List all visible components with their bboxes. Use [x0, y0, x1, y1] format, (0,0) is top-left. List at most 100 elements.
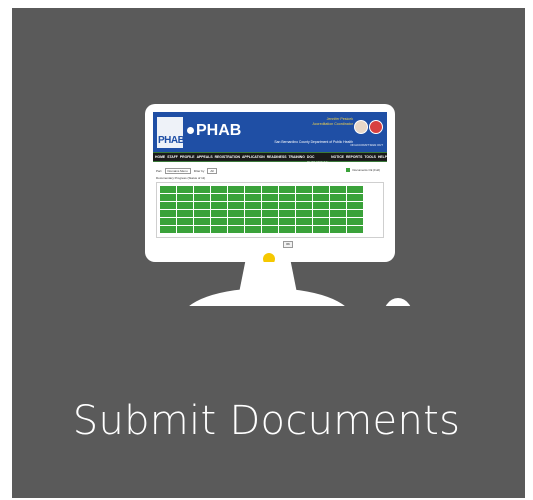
progress-cell[interactable]: [211, 194, 227, 201]
progress-cell[interactable]: [347, 202, 363, 209]
progress-cell[interactable]: [330, 218, 346, 225]
progress-cell[interactable]: [313, 194, 329, 201]
progress-cell[interactable]: [194, 210, 210, 217]
progress-cell[interactable]: [245, 202, 261, 209]
progress-cell[interactable]: [296, 210, 312, 217]
progress-cell[interactable]: [228, 226, 244, 233]
progress-cell[interactable]: [347, 194, 363, 201]
progress-cell[interactable]: [160, 194, 176, 201]
progress-cell[interactable]: [296, 218, 312, 225]
progress-cell[interactable]: [245, 194, 261, 201]
progress-cell[interactable]: [228, 186, 244, 193]
account-seal-icon[interactable]: [354, 120, 368, 134]
progress-cell[interactable]: [262, 202, 278, 209]
progress-cell[interactable]: [194, 226, 210, 233]
progress-cell[interactable]: [330, 202, 346, 209]
sign-out-seal-icon[interactable]: [369, 120, 383, 134]
progress-cell[interactable]: [262, 218, 278, 225]
progress-cell[interactable]: [177, 218, 193, 225]
progress-cell[interactable]: [296, 226, 312, 233]
progress-cell[interactable]: [262, 194, 278, 201]
progress-cell[interactable]: [313, 202, 329, 209]
progress-cell[interactable]: [313, 210, 329, 217]
progress-cell[interactable]: [262, 210, 278, 217]
progress-cell[interactable]: [228, 210, 244, 217]
nav-item[interactable]: DOC SUBMISSION: [307, 154, 329, 166]
nav-item[interactable]: REGISTRATION: [215, 154, 240, 166]
progress-cell[interactable]: [245, 226, 261, 233]
progress-cell[interactable]: [313, 218, 329, 225]
progress-cell[interactable]: [228, 202, 244, 209]
nav-item[interactable]: TRAINING: [288, 154, 304, 166]
nav-item[interactable]: PROFILE: [180, 154, 195, 166]
progress-cell[interactable]: [177, 210, 193, 217]
progress-cell[interactable]: [279, 218, 295, 225]
department-name: San Bernardino County Department of Publ…: [274, 140, 353, 144]
nav-item[interactable]: APPEALS: [197, 154, 213, 166]
progress-cell[interactable]: [194, 202, 210, 209]
progress-cell[interactable]: [313, 226, 329, 233]
filter-select[interactable]: All: [207, 168, 217, 174]
nav-item[interactable]: REPORTS: [346, 154, 362, 166]
nav-item[interactable]: READINESS: [267, 154, 287, 166]
progress-cell[interactable]: [160, 226, 176, 233]
progress-cell[interactable]: [177, 226, 193, 233]
part-select[interactable]: Domains Menu: [164, 168, 191, 174]
progress-cell[interactable]: [211, 186, 227, 193]
progress-cell[interactable]: [330, 194, 346, 201]
progress-cell[interactable]: [211, 210, 227, 217]
progress-cell[interactable]: [228, 194, 244, 201]
progress-cell[interactable]: [160, 202, 176, 209]
progress-cell[interactable]: [330, 226, 346, 233]
user-info: Jennifer Pesicek Accreditation Coordinat…: [293, 117, 353, 126]
progress-cell[interactable]: [245, 218, 261, 225]
progress-cell[interactable]: [262, 226, 278, 233]
progress-cell[interactable]: [228, 218, 244, 225]
nav-item[interactable]: HELP: [378, 154, 387, 166]
sign-out-caption: SIGN OUT: [369, 143, 383, 147]
progress-cell[interactable]: [296, 186, 312, 193]
progress-cell[interactable]: [347, 186, 363, 193]
progress-cell[interactable]: [296, 202, 312, 209]
progress-cell[interactable]: [160, 186, 176, 193]
progress-cell[interactable]: [279, 226, 295, 233]
nav-item[interactable]: TOOLS: [364, 154, 376, 166]
progress-cell[interactable]: [245, 186, 261, 193]
progress-cell[interactable]: [194, 194, 210, 201]
progress-cell[interactable]: [279, 194, 295, 201]
grid-title: Documentary Progress (Status of 11): [156, 176, 206, 180]
progress-cell[interactable]: [279, 210, 295, 217]
legend: Documents Ok (Full): [346, 168, 380, 172]
progress-cell[interactable]: [177, 194, 193, 201]
progress-cell[interactable]: [177, 186, 193, 193]
progress-cell[interactable]: [194, 218, 210, 225]
ok-button[interactable]: OK: [283, 241, 293, 248]
progress-cell[interactable]: [245, 210, 261, 217]
progress-cell[interactable]: [160, 218, 176, 225]
progress-cell[interactable]: [330, 186, 346, 193]
progress-cell[interactable]: [160, 210, 176, 217]
progress-cell[interactable]: [177, 202, 193, 209]
progress-cell[interactable]: [211, 218, 227, 225]
progress-cell[interactable]: [347, 210, 363, 217]
progress-cell[interactable]: [279, 186, 295, 193]
progress-cell[interactable]: [279, 202, 295, 209]
progress-cell[interactable]: [194, 186, 210, 193]
filter-label: Part: [156, 169, 162, 173]
progress-cell[interactable]: [262, 186, 278, 193]
nav-item[interactable]: APPLICATION: [242, 154, 265, 166]
progress-cell[interactable]: [313, 186, 329, 193]
phab-logo-text: PHAB: [158, 135, 185, 146]
progress-cell[interactable]: [211, 226, 227, 233]
progress-cell[interactable]: [296, 194, 312, 201]
progress-cell[interactable]: [347, 218, 363, 225]
tile-title: Submit Documents: [72, 398, 461, 444]
progress-cell[interactable]: [347, 226, 363, 233]
nav-item[interactable]: HOME: [155, 154, 165, 166]
progress-grid: [160, 186, 363, 233]
nav-item[interactable]: NOTICE: [331, 154, 344, 166]
user-role: Accreditation Coordinator: [312, 121, 353, 126]
nav-item[interactable]: STAFF: [167, 154, 178, 166]
progress-cell[interactable]: [330, 210, 346, 217]
progress-cell[interactable]: [211, 202, 227, 209]
